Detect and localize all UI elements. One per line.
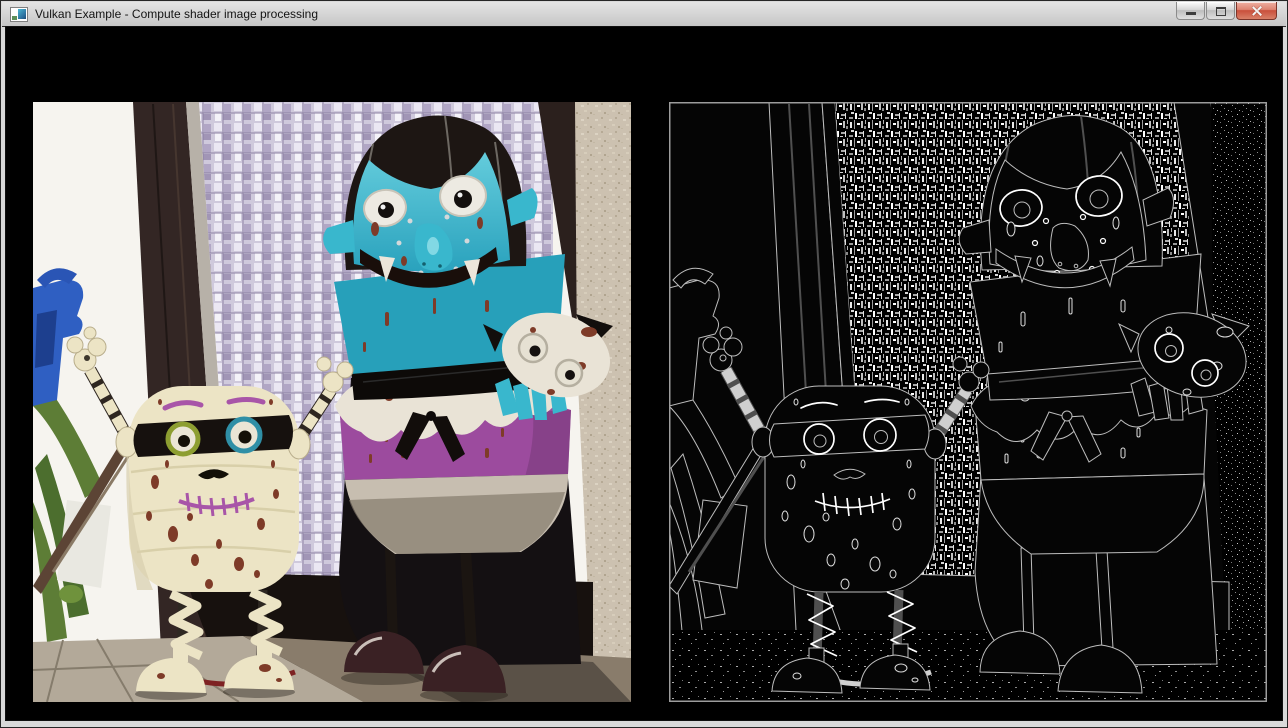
minimize-button[interactable]	[1176, 2, 1205, 20]
window-controls	[1176, 2, 1277, 20]
scene	[33, 102, 631, 702]
render-viewport	[5, 26, 1283, 721]
minimize-icon	[1186, 12, 1196, 15]
edge-scene	[669, 102, 1267, 702]
close-icon	[1251, 5, 1263, 17]
processed-image-panel	[669, 102, 1267, 702]
app-icon	[10, 7, 28, 22]
maximize-icon	[1216, 7, 1226, 16]
original-image	[33, 102, 631, 702]
original-image-panel	[33, 102, 631, 702]
titlebar[interactable]: Vulkan Example - Compute shader image pr…	[2, 2, 1286, 27]
close-button[interactable]	[1236, 2, 1277, 20]
eyebrow	[229, 400, 263, 403]
window-title: Vulkan Example - Compute shader image pr…	[35, 7, 318, 21]
app-window: Vulkan Example - Compute shader image pr…	[0, 0, 1288, 728]
edge-detected-image	[669, 102, 1267, 702]
maximize-button[interactable]	[1206, 2, 1235, 20]
